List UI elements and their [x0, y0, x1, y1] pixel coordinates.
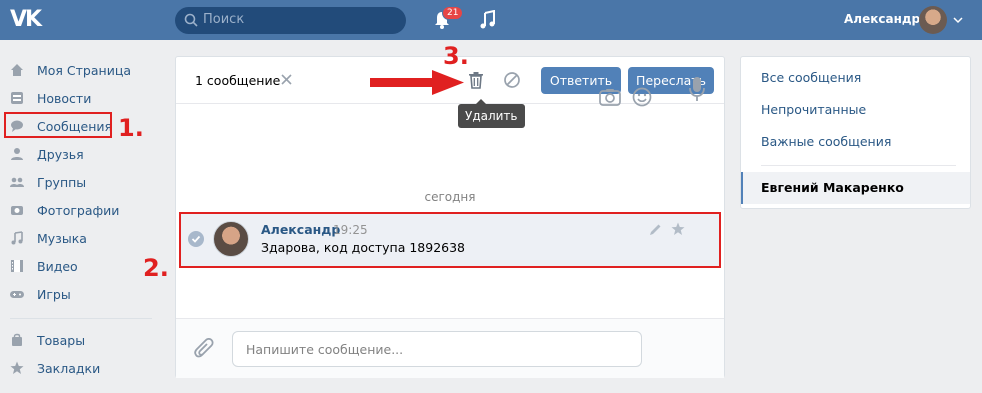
- sidebar-divider: [10, 318, 152, 319]
- annotation-step-2: 2.: [143, 254, 169, 282]
- message-composer: Напишите сообщение...: [176, 318, 724, 378]
- sidebar-item-photos[interactable]: Фотографии: [8, 198, 158, 222]
- sidebar-item-music[interactable]: Музыка: [8, 226, 158, 250]
- selected-count: 1 сообщение: [195, 73, 281, 88]
- video-icon: [11, 260, 23, 272]
- sidebar-item-label: Фотографии: [37, 203, 120, 218]
- sidebar-item-groups[interactable]: Группы: [8, 170, 158, 194]
- smile-icon[interactable]: [632, 87, 652, 107]
- bag-icon: [12, 333, 22, 346]
- home-icon: [11, 64, 23, 76]
- sidebar-item-label: Новости: [37, 91, 92, 106]
- right-filter-panel: Все сообщения Непрочитанные Важные сообщ…: [740, 56, 971, 209]
- sidebar-item-friends[interactable]: Друзья: [8, 142, 158, 166]
- sidebar-item-label: Товары: [37, 333, 86, 348]
- sidebar-item-label: Игры: [37, 287, 71, 302]
- camera-icon: [11, 206, 23, 215]
- message-text: Здарова, код доступа 1892638: [261, 240, 466, 255]
- message-time[interactable]: 19:25: [333, 223, 368, 237]
- search-icon: [184, 13, 198, 27]
- trash-icon[interactable]: [468, 71, 484, 89]
- pencil-icon[interactable]: [649, 223, 662, 236]
- message-author[interactable]: Александр: [261, 222, 340, 237]
- conversation-panel: 1 сообщение Ответить Переслать Удалить с…: [175, 56, 725, 378]
- star-icon: [10, 361, 24, 374]
- sidebar-item-games[interactable]: Игры: [8, 282, 158, 306]
- active-conversation-name: Евгений Макаренко: [761, 180, 904, 195]
- sidebar-item-label: Закладки: [37, 361, 101, 376]
- sidebar-item-label: Видео: [37, 259, 78, 274]
- filter-divider: [761, 165, 956, 166]
- avatar[interactable]: [919, 6, 947, 34]
- avatar[interactable]: [213, 221, 249, 257]
- filter-unread[interactable]: Непрочитанные: [761, 102, 866, 117]
- music-note-icon[interactable]: [479, 10, 497, 30]
- top-header: VK Поиск 21 Александр: [0, 0, 982, 40]
- delete-tooltip: Удалить: [458, 99, 525, 128]
- close-icon[interactable]: [281, 74, 292, 85]
- selected-message[interactable]: Александр 19:25 Здарова, код доступа 189…: [179, 212, 721, 268]
- sidebar-item-goods[interactable]: Товары: [8, 328, 158, 352]
- chevron-down-icon[interactable]: [953, 16, 963, 24]
- filter-important[interactable]: Важные сообщения: [761, 134, 891, 149]
- message-input[interactable]: Напишите сообщение...: [232, 331, 642, 367]
- spam-block-icon[interactable]: [503, 71, 521, 89]
- search-box[interactable]: Поиск: [175, 7, 406, 34]
- sidebar-item-news[interactable]: Новости: [8, 86, 158, 110]
- sidebar-item-my-page[interactable]: Моя Страница: [8, 58, 158, 82]
- sidebar-item-video[interactable]: Видео: [8, 254, 158, 278]
- annotation-highlight-messages: [4, 112, 112, 138]
- sidebar-item-bookmarks[interactable]: Закладки: [8, 356, 158, 380]
- friends-icon: [11, 148, 23, 160]
- vk-logo[interactable]: VK: [10, 8, 44, 32]
- sidebar-item-label: Моя Страница: [37, 63, 131, 78]
- search-input[interactable]: Поиск: [203, 12, 244, 27]
- date-separator: сегодня: [424, 190, 476, 204]
- header-user-name[interactable]: Александр: [844, 12, 920, 26]
- check-icon[interactable]: [188, 231, 204, 247]
- notification-badge: 21: [442, 6, 464, 20]
- sidebar-item-label: Музыка: [37, 231, 87, 246]
- annotation-step-3: 3.: [443, 42, 469, 70]
- groups-icon: [10, 177, 24, 187]
- sidebar-item-label: Друзья: [37, 147, 84, 162]
- annotation-step-1: 1.: [118, 114, 144, 142]
- active-conversation[interactable]: Евгений Макаренко: [741, 172, 970, 204]
- annotation-arrow: [370, 70, 464, 95]
- sidebar-item-label: Группы: [37, 175, 87, 190]
- news-icon: [11, 92, 23, 104]
- microphone-icon[interactable]: [688, 76, 706, 102]
- star-icon[interactable]: [671, 222, 685, 236]
- filter-all-messages[interactable]: Все сообщения: [761, 70, 861, 85]
- paperclip-icon[interactable]: [194, 338, 216, 362]
- camera-icon[interactable]: [599, 88, 621, 106]
- games-icon: [10, 291, 24, 298]
- message-placeholder: Напишите сообщение...: [246, 342, 404, 357]
- music-icon: [11, 231, 23, 245]
